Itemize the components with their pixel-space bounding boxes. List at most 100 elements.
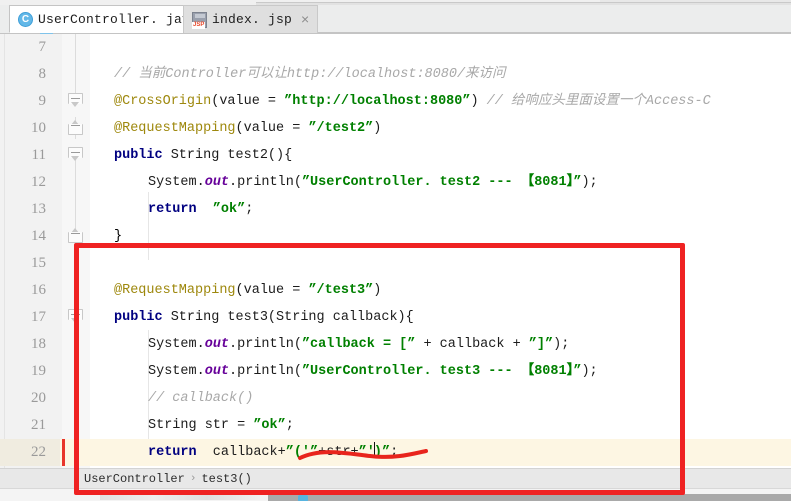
expression-text: callback+ — [196, 445, 286, 460]
punctuation: ) — [470, 94, 479, 109]
fold-toggle-icon[interactable] — [68, 93, 83, 108]
close-icon[interactable]: × — [299, 12, 311, 28]
punctuation: ) — [373, 283, 382, 298]
annotation-token: @RequestMapping — [114, 283, 236, 298]
fold-toggle-icon[interactable] — [68, 309, 83, 324]
java-class-icon: C — [18, 11, 33, 27]
line-number: 9 — [38, 93, 47, 109]
expression-text: .println( — [229, 364, 302, 379]
string-literal: )” — [373, 445, 391, 460]
breadcrumb[interactable]: UserController › test3() — [0, 468, 791, 488]
tab-label: UserController. java — [38, 11, 199, 27]
fold-toggle-icon[interactable] — [68, 228, 83, 243]
keyword-token: return — [148, 202, 197, 217]
punctuation: ); — [581, 175, 598, 190]
line-content: System.out.println(”UserController. test… — [148, 358, 598, 385]
line-number: 15 — [31, 255, 46, 271]
line-number: 19 — [31, 363, 46, 379]
code-line[interactable]: 13 return ”ok”; — [0, 196, 791, 223]
line-content: public String test2(){ — [114, 142, 292, 169]
punctuation: (value = — [235, 121, 309, 136]
code-line-active[interactable]: 22 return callback+”('”+str+”')”; — [0, 439, 791, 466]
expression-text: + callback + — [415, 337, 529, 352]
code-line[interactable]: 11 public String test2(){ — [0, 142, 791, 169]
code-line[interactable]: 21 String str = ”ok”; — [0, 412, 791, 439]
punctuation: ; — [390, 445, 399, 460]
jsp-file-icon: JSP — [192, 11, 207, 29]
keyword-token: public — [114, 310, 163, 325]
line-number: 14 — [31, 228, 46, 244]
line-number: 10 — [31, 120, 46, 136]
expression-text: .println( — [229, 175, 302, 190]
comment-text: // callback() — [148, 391, 254, 406]
expression-text: +str+ — [318, 445, 359, 460]
string-literal: ”UserController. test3 --- 【8081】” — [301, 364, 582, 379]
line-number: 7 — [38, 39, 47, 55]
run-tool-icon[interactable] — [298, 495, 308, 501]
tab-label: index. jsp — [212, 12, 293, 27]
keyword-token: return — [148, 445, 197, 460]
string-literal: ”http://localhost:8080” — [284, 94, 471, 109]
line-number: 16 — [31, 282, 46, 298]
string-literal: ”callback = [” — [301, 337, 416, 352]
comment-text: // 给响应头里面设置一个Access-C — [486, 94, 711, 109]
editor-tab-bar: C UserController. java × JSP index. jsp … — [0, 5, 791, 34]
fold-toggle-icon[interactable] — [68, 147, 83, 162]
punctuation: (value = — [211, 94, 285, 109]
punctuation: ); — [581, 364, 598, 379]
line-number: 8 — [38, 66, 47, 82]
line-number: 22 — [0, 439, 60, 466]
code-line[interactable]: 15 — [0, 250, 791, 277]
line-number: 21 — [31, 417, 46, 433]
modified-line-marker — [62, 439, 65, 466]
fold-toggle-icon[interactable] — [68, 120, 83, 135]
annotation-token: @RequestMapping — [114, 121, 236, 136]
code-line[interactable]: 10 @RequestMapping(value = ”/test2”) — [0, 115, 791, 142]
code-line[interactable]: 18 System.out.println(”callback = [” + c… — [0, 331, 791, 358]
line-content: // callback() — [148, 385, 253, 412]
tool-window-bar[interactable] — [268, 494, 791, 501]
code-line[interactable]: 8 // 当前Controller可以让http://localhost:808… — [0, 61, 791, 88]
line-content: System.out.println(”callback = [” + call… — [148, 331, 569, 358]
line-number: 12 — [31, 174, 46, 190]
code-line[interactable]: 19 System.out.println(”UserController. t… — [0, 358, 791, 385]
status-bar-strip — [0, 488, 791, 501]
code-line[interactable]: 16 @RequestMapping(value = ”/test3”) — [0, 277, 791, 304]
breadcrumb-class[interactable]: UserController — [84, 472, 185, 486]
static-field-token: out — [204, 175, 230, 190]
line-content: String str = ”ok”; — [148, 412, 294, 439]
line-content: @CrossOrigin(value = ”http://localhost:8… — [114, 88, 711, 115]
static-field-token: out — [204, 337, 230, 352]
string-literal: ”UserController. test2 --- 【8081】” — [301, 175, 582, 190]
tab-bar-empty-area — [297, 5, 791, 33]
code-line[interactable]: 7 — [0, 34, 791, 61]
string-literal: ”/test3” — [308, 283, 374, 298]
string-literal: ”]” — [528, 337, 554, 352]
line-number: 20 — [31, 390, 46, 406]
expression-text: System. — [148, 337, 205, 352]
signature-text: String test2(){ — [162, 148, 293, 163]
expression-text: String str = — [148, 418, 254, 433]
jsp-badge-label: JSP — [192, 21, 206, 29]
comment-text: // 当前Controller可以让http://localhost:8080/… — [114, 67, 506, 82]
punctuation: ; — [285, 418, 294, 433]
breadcrumb-method[interactable]: test3() — [201, 472, 251, 486]
string-literal: ”ok” — [253, 418, 286, 433]
punctuation: ) — [373, 121, 382, 136]
punctuation: ); — [553, 337, 570, 352]
line-content: System.out.println(”UserController. test… — [148, 169, 598, 196]
line-content: @RequestMapping(value = ”/test3”) — [114, 277, 381, 304]
line-content: public String test3(String callback){ — [114, 304, 414, 331]
code-line[interactable]: 14 } — [0, 223, 791, 250]
ide-window: C UserController. java × JSP index. jsp … — [0, 0, 791, 501]
code-line[interactable]: 12 System.out.println(”UserController. t… — [0, 169, 791, 196]
static-field-token: out — [204, 364, 230, 379]
code-editor[interactable]: 7 8 // 当前Controller可以让http://localhost:8… — [0, 34, 791, 468]
signature-text: String test3(String callback){ — [162, 310, 414, 325]
code-line[interactable]: 9 @CrossOrigin(value = ”http://localhost… — [0, 88, 791, 115]
string-literal: ”/test2” — [308, 121, 374, 136]
tab-index-jsp[interactable]: JSP index. jsp × — [183, 5, 319, 33]
line-content: @RequestMapping(value = ”/test2”) — [114, 115, 381, 142]
code-line[interactable]: 17 public String test3(String callback){ — [0, 304, 791, 331]
code-line[interactable]: 20 // callback() — [0, 385, 791, 412]
